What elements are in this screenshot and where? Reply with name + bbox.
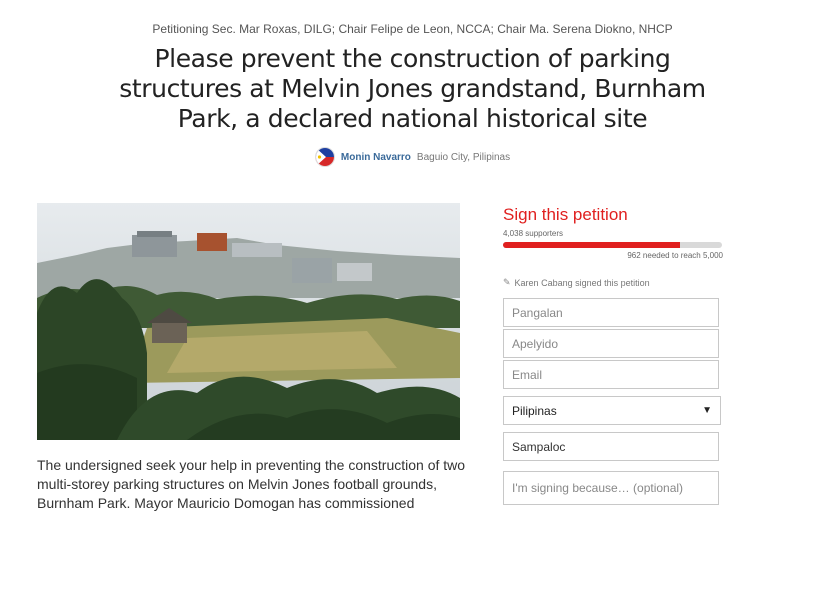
author-row: Monin Navarro Baguio City, Pilipinas bbox=[0, 147, 825, 167]
progress-fill bbox=[503, 242, 681, 248]
caret-down-icon: ▼ bbox=[702, 405, 712, 416]
first-name-field[interactable] bbox=[503, 298, 719, 327]
author-name[interactable]: Monin Navarro bbox=[341, 152, 411, 163]
pencil-icon: ✎ bbox=[503, 277, 511, 287]
sign-form: Pilipinas ▼ bbox=[503, 298, 723, 598]
email-field[interactable] bbox=[503, 360, 719, 389]
sign-panel: Sign this petition 4,038 supporters 962 … bbox=[503, 205, 723, 598]
author-location: Baguio City, Pilipinas bbox=[416, 151, 511, 163]
flag-avatar-icon[interactable] bbox=[314, 147, 335, 167]
petitioning-targets: Petitioning Sec. Mar Roxas, DILG; Chair … bbox=[152, 22, 673, 36]
progress-bar bbox=[503, 242, 722, 248]
city-field[interactable] bbox=[503, 432, 719, 461]
last-name-field[interactable] bbox=[503, 329, 719, 358]
country-value: Pilipinas bbox=[512, 403, 557, 418]
reason-field[interactable] bbox=[503, 471, 719, 505]
recent-signer-text: Karen Cabang signed this petition bbox=[514, 277, 650, 288]
recent-signer: ✎ Karen Cabang signed this petition bbox=[503, 277, 723, 288]
supporter-count: 4,038 supporters bbox=[503, 229, 564, 238]
needed-to-goal: 962 needed to reach 5,000 bbox=[627, 251, 723, 260]
petition-title: Please prevent the construction of parki… bbox=[119, 44, 706, 133]
country-select[interactable]: Pilipinas ▼ bbox=[503, 396, 721, 425]
sign-title: Sign this petition bbox=[503, 205, 628, 224]
petition-body: The undersigned seek your help in preven… bbox=[37, 457, 466, 511]
petition-photo bbox=[37, 203, 460, 440]
